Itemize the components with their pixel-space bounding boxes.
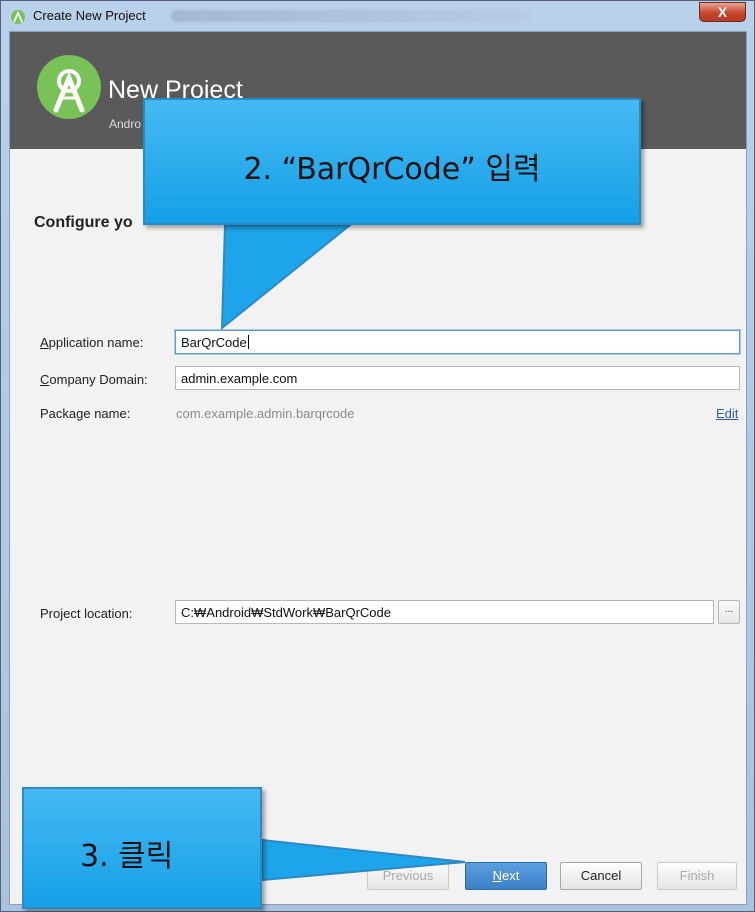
company-domain-input[interactable]: admin.example.com	[175, 366, 740, 390]
callout-enter-name: 2. “BarQrCode” 입력	[143, 98, 641, 225]
application-name-label: Application name:	[40, 335, 144, 350]
company-domain-label: Company Domain:	[40, 372, 148, 387]
android-studio-logo-icon	[37, 55, 101, 119]
header-subtitle: Andro	[109, 117, 142, 131]
project-location-input[interactable]: C:₩Android₩StdWork₩BarQrCode	[175, 600, 714, 624]
next-button[interactable]: Next	[465, 862, 547, 890]
title-bar: Create New Project X	[1, 1, 754, 31]
callout-click-next-text: 3. 클릭	[80, 839, 174, 874]
previous-button[interactable]: Previous	[367, 862, 449, 890]
blurred-title-path	[171, 10, 531, 22]
edit-package-link[interactable]: Edit	[716, 406, 738, 421]
cancel-button[interactable]: Cancel	[560, 862, 642, 890]
project-location-label: Project location:	[40, 606, 133, 621]
callout-click-next: 3. 클릭	[22, 787, 262, 909]
text-caret	[247, 335, 249, 349]
package-name-label: Package name:	[40, 406, 131, 421]
android-studio-icon	[11, 10, 25, 24]
application-name-input[interactable]: BarQrCode	[175, 330, 740, 354]
configure-title: Configure yo	[34, 214, 133, 231]
package-name-value: com.example.admin.barqrcode	[176, 406, 355, 421]
callout-enter-name-text: 2. “BarQrCode” 입력	[243, 152, 541, 187]
finish-button[interactable]: Finish	[657, 862, 737, 890]
browse-location-button[interactable]: ...	[718, 600, 740, 624]
close-button[interactable]: X	[699, 2, 746, 22]
window-title: Create New Project	[33, 8, 146, 23]
